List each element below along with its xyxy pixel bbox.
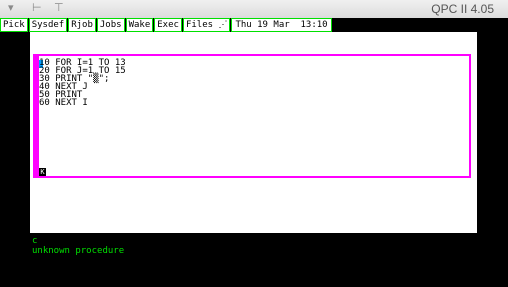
- menu-sysdef[interactable]: Sysdef: [28, 18, 68, 32]
- menu-rjob[interactable]: Rjob: [68, 18, 96, 32]
- basic-edit-window[interactable]: 10 FOR I=1 TO 13 20 FOR J=1 TO 15 30 PRI…: [33, 54, 471, 178]
- pin-icon[interactable]: ⊤: [54, 2, 64, 14]
- window-title: QPC II 4.05: [431, 2, 494, 16]
- listing-line: 60 NEXT I: [39, 98, 88, 108]
- command-window[interactable]: c unknown procedure: [30, 233, 477, 271]
- window-titlebar: ▾ ⊢ ⊤ QPC II 4.05: [0, 0, 508, 18]
- resize-handle-icon[interactable]: ⊢: [32, 2, 42, 14]
- menu-jobs[interactable]: Jobs: [96, 18, 125, 32]
- program-listing: 10 FOR I=1 TO 13 20 FOR J=1 TO 15 30 PRI…: [39, 59, 126, 108]
- menu-bar: Pick Sysdef Rjob Jobs Wake Exec Files ⋰ …: [0, 18, 508, 32]
- menu-wake[interactable]: Wake: [125, 18, 154, 32]
- right-border: [477, 32, 508, 287]
- error-message: unknown procedure: [32, 246, 125, 256]
- command-line: c: [32, 236, 38, 246]
- bottom-border: [0, 271, 508, 287]
- menu-exec[interactable]: Exec: [154, 18, 182, 32]
- chevron-down-icon[interactable]: ▾: [8, 2, 14, 14]
- menu-files[interactable]: Files ⋰: [182, 18, 231, 32]
- menu-pick[interactable]: Pick: [0, 18, 28, 32]
- left-border: [0, 32, 30, 287]
- clock-display: Thu 19 Mar 13:10: [231, 18, 332, 32]
- keyboard-cursor: K: [39, 168, 46, 176]
- command-output: c unknown procedure: [32, 236, 124, 256]
